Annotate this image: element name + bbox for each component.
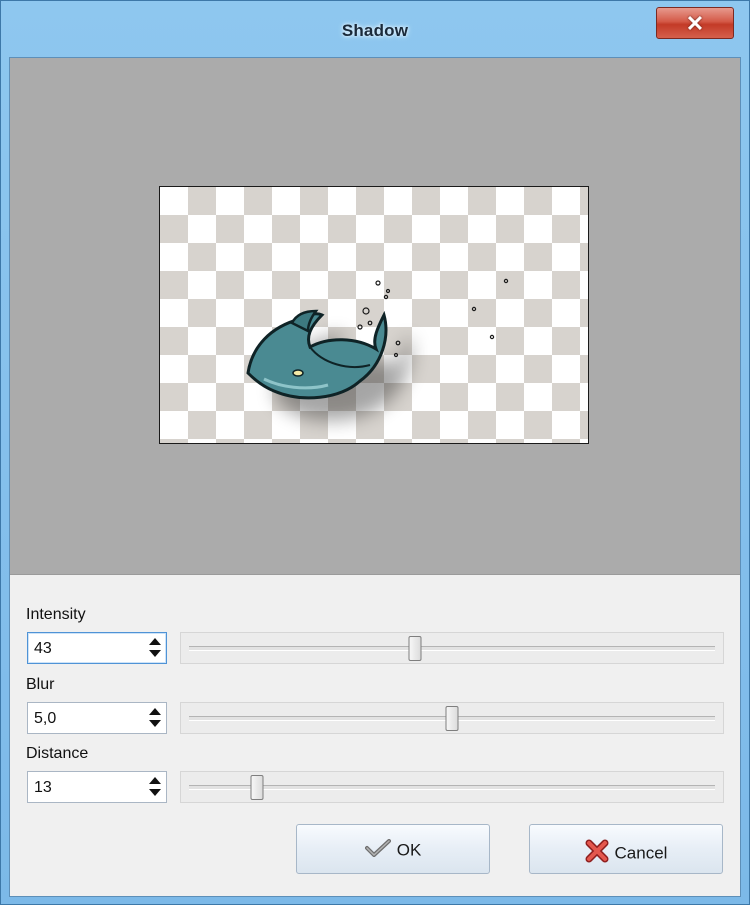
close-button[interactable]: ✕	[656, 7, 734, 39]
close-icon: ✕	[685, 11, 705, 36]
intensity-value[interactable]: 43	[34, 640, 52, 658]
ok-label: OK	[396, 840, 422, 860]
cross-icon	[585, 839, 609, 868]
blur-spin-arrows[interactable]	[148, 707, 162, 729]
intensity-spinbox[interactable]: 43	[27, 632, 167, 664]
title-bar[interactable]: Shadow ✕	[1, 1, 749, 57]
distance-label: Distance	[26, 745, 89, 762]
slider-thumb[interactable]	[445, 706, 459, 731]
cancel-label: Cancel	[614, 843, 668, 863]
blur-label: Blur	[26, 676, 55, 693]
slider-track[interactable]	[189, 646, 715, 651]
shadow-dialog: Shadow ✕ Intensity 43 Blur 5,0 Distance …	[0, 0, 750, 905]
arrow-down-icon[interactable]	[149, 789, 161, 796]
distance-value[interactable]: 13	[34, 779, 52, 797]
slider-thumb[interactable]	[250, 775, 264, 800]
blur-spinbox[interactable]: 5,0	[27, 702, 167, 734]
intensity-label: Intensity	[26, 606, 86, 623]
dialog-title: Shadow	[341, 21, 409, 40]
transparent-canvas	[159, 186, 589, 444]
dolphin-image	[246, 278, 509, 421]
arrow-down-icon[interactable]	[149, 720, 161, 727]
arrow-up-icon[interactable]	[149, 708, 161, 715]
cancel-button[interactable]: Cancel	[529, 824, 723, 874]
arrow-up-icon[interactable]	[149, 777, 161, 784]
distance-spinbox[interactable]: 13	[27, 771, 167, 803]
distance-slider[interactable]	[180, 771, 724, 803]
slider-track[interactable]	[189, 785, 715, 790]
slider-thumb[interactable]	[408, 636, 422, 661]
arrow-down-icon[interactable]	[149, 650, 161, 657]
arrow-up-icon[interactable]	[149, 638, 161, 645]
preview-area	[10, 58, 740, 575]
blur-slider[interactable]	[180, 702, 724, 734]
blur-value[interactable]: 5,0	[34, 710, 56, 728]
checkmark-icon	[364, 839, 391, 862]
intensity-spin-arrows[interactable]	[148, 637, 162, 659]
distance-spin-arrows[interactable]	[148, 776, 162, 798]
dialog-client-area: Intensity 43 Blur 5,0 Distance 13 OK Can…	[9, 57, 741, 897]
ok-button[interactable]: OK	[296, 824, 490, 874]
intensity-slider[interactable]	[180, 632, 724, 664]
